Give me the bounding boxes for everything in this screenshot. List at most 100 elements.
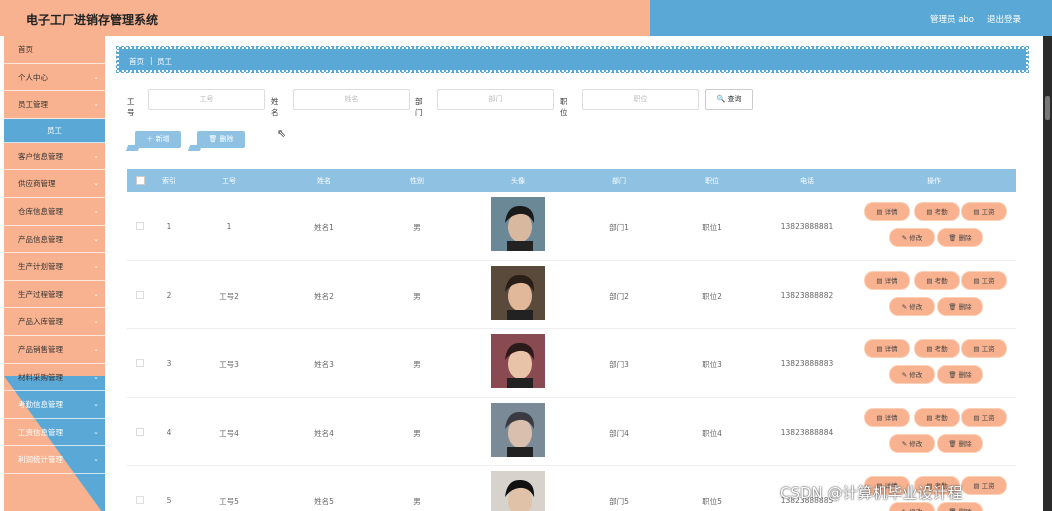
cell-id: 工号2: [219, 291, 239, 301]
cell-position: 职位4: [702, 428, 722, 438]
delete-button-tab: [187, 145, 203, 151]
sidebar-item-label: 首页: [18, 45, 33, 54]
breadcrumb-home[interactable]: 首页: [129, 56, 144, 67]
cell-index: 1: [166, 222, 172, 231]
detail-button[interactable]: ▤ 详情: [865, 203, 909, 220]
row-checkbox[interactable]: [136, 359, 144, 367]
chevron-down-icon: ⌄: [93, 100, 99, 109]
sidebar-item[interactable]: 利润统计管理 ⌄: [4, 446, 105, 474]
sidebar-item[interactable]: 生产过程管理 ⌄: [4, 281, 105, 309]
chevron-down-icon: ⌄: [93, 151, 99, 160]
salary-button[interactable]: ▤ 工资: [962, 271, 1006, 289]
delete-button-label: 🗑 删除: [208, 135, 234, 143]
select-all-checkbox[interactable]: [136, 176, 145, 185]
salary-button[interactable]: ▤ 工资: [962, 340, 1006, 357]
attendance-button[interactable]: ▤ 考勤: [915, 271, 959, 289]
remove-button[interactable]: 🗑 删除: [938, 366, 982, 383]
cell-gender: 男: [413, 223, 421, 232]
sidebar-item-label: 考勤信息管理: [18, 400, 63, 410]
col-gender: 性别: [410, 177, 424, 185]
search-input-position[interactable]: 职位: [582, 89, 699, 110]
row-checkbox[interactable]: [136, 290, 144, 299]
sidebar-item-label: 产品信息管理: [18, 234, 63, 244]
sidebar-item[interactable]: 员工管理 ⌄: [4, 91, 105, 119]
cell-phone: 13823888881: [780, 222, 834, 231]
detail-button[interactable]: ▤ 详情: [865, 271, 909, 289]
row-checkbox[interactable]: [136, 222, 144, 230]
remove-button[interactable]: 🗑 删除: [938, 297, 982, 315]
sidebar-item[interactable]: 个人中心 ⌄: [4, 64, 105, 92]
sidebar-item-label: 客户信息管理: [18, 151, 63, 161]
cell-index: 3: [166, 359, 172, 368]
salary-button[interactable]: ▤ 工资: [962, 477, 1006, 494]
sidebar-item[interactable]: 产品销售管理 ⌄: [4, 336, 105, 364]
cell-gender: 男: [413, 497, 421, 506]
sidebar-item-label: 生产过程管理: [18, 289, 63, 299]
search-button[interactable]: 🔍 查询: [705, 89, 753, 110]
cell-index: 5: [166, 496, 172, 505]
sidebar-item-label: 工资信息管理: [18, 427, 63, 437]
sidebar-item[interactable]: 材料采购管理 ⌄: [4, 364, 105, 392]
chevron-down-icon: ⌄: [93, 289, 99, 298]
employee-table: 索引 工号 姓名 性别 头像 部门 职位 电话 操作 1 1 姓名1 男部门1 职位1 1…: [127, 169, 1016, 511]
chevron-down-icon: ⌄: [93, 455, 99, 464]
sidebar-item[interactable]: 考勤信息管理 ⌄: [4, 391, 105, 419]
col-avatar: 头像: [511, 177, 525, 185]
sidebar-item-label: 产品销售管理: [18, 344, 63, 354]
sidebar-subitem[interactable]: 员工: [4, 118, 105, 143]
row-checkbox[interactable]: [136, 496, 144, 504]
sidebar-item[interactable]: 产品信息管理 ⌄: [4, 226, 105, 254]
search-input-dept[interactable]: 部门: [437, 89, 554, 110]
scrollbar-thumb[interactable]: [1045, 96, 1050, 120]
add-button[interactable]: ＋ 新增: [125, 131, 181, 151]
page-scrollbar[interactable]: [1043, 36, 1052, 511]
avatar: [491, 265, 545, 320]
avatar: [491, 402, 545, 457]
col-operations: 操作: [927, 177, 941, 185]
cell-gender: 男: [413, 360, 421, 369]
col-name: 姓名: [317, 177, 331, 185]
detail-button[interactable]: ▤ 详情: [865, 340, 909, 357]
edit-button[interactable]: ✎ 修改: [890, 366, 934, 383]
attendance-button[interactable]: ▤ 考勤: [915, 408, 959, 426]
salary-button[interactable]: ▤ 工资: [962, 408, 1006, 426]
sidebar-item[interactable]: 供应商管理 ⌄: [4, 170, 105, 198]
cell-position: 职位3: [702, 360, 722, 369]
remove-button[interactable]: 🗑 删除: [938, 229, 982, 246]
attendance-button[interactable]: ▤ 考勤: [915, 203, 959, 220]
detail-button[interactable]: ▤ 详情: [865, 408, 909, 426]
sidebar-item[interactable]: 工资信息管理 ⌄: [4, 419, 105, 447]
watermark: CSDN @计算机毕业设计程: [780, 484, 963, 502]
attendance-button[interactable]: ▤ 考勤: [915, 340, 959, 357]
remove-button[interactable]: 🗑 删除: [938, 503, 982, 511]
sidebar-item[interactable]: 产品入库管理 ⌄: [4, 308, 105, 336]
edit-button[interactable]: ✎ 修改: [890, 503, 934, 511]
sidebar-item[interactable]: 首页: [4, 36, 105, 64]
edit-button[interactable]: ✎ 修改: [890, 229, 934, 246]
sidebar-item-label: 供应商管理: [18, 179, 56, 189]
search-input-name[interactable]: 姓名: [293, 89, 410, 110]
sidebar-item[interactable]: 仓库信息管理 ⌄: [4, 198, 105, 226]
chevron-down-icon: ⌄: [93, 400, 99, 409]
table-row: 1 1 姓名1 男 部门1 职位1 13823888881 ▤ 详情 ▤ 考勤 ▤ 工资 ✎ 修改…: [127, 192, 1016, 261]
cell-position: 职位2: [702, 291, 722, 301]
sidebar-item-label: 材料采购管理: [18, 372, 63, 382]
cell-id: 工号3: [219, 360, 239, 369]
row-checkbox[interactable]: [136, 427, 144, 436]
cell-dept: 部门3: [609, 360, 629, 369]
edit-button[interactable]: ✎ 修改: [890, 434, 934, 452]
sidebar-item[interactable]: 客户信息管理 ⌄: [4, 143, 105, 171]
chevron-down-icon: ⌄: [93, 427, 99, 436]
cell-id: 工号4: [219, 428, 239, 438]
cell-phone: 13823888883: [780, 359, 834, 368]
logout-link[interactable]: 退出登录: [987, 13, 1021, 25]
cell-dept: 部门1: [609, 223, 629, 232]
salary-button[interactable]: ▤ 工资: [962, 203, 1006, 220]
cell-id: 1: [226, 222, 232, 231]
edit-button[interactable]: ✎ 修改: [890, 297, 934, 315]
delete-button[interactable]: 🗑 删除: [187, 131, 245, 151]
chevron-down-icon: ⌄: [93, 179, 99, 188]
sidebar-item[interactable]: 生产计划管理 ⌄: [4, 253, 105, 281]
search-input-id[interactable]: 工号: [148, 89, 265, 110]
remove-button[interactable]: 🗑 删除: [938, 434, 982, 452]
